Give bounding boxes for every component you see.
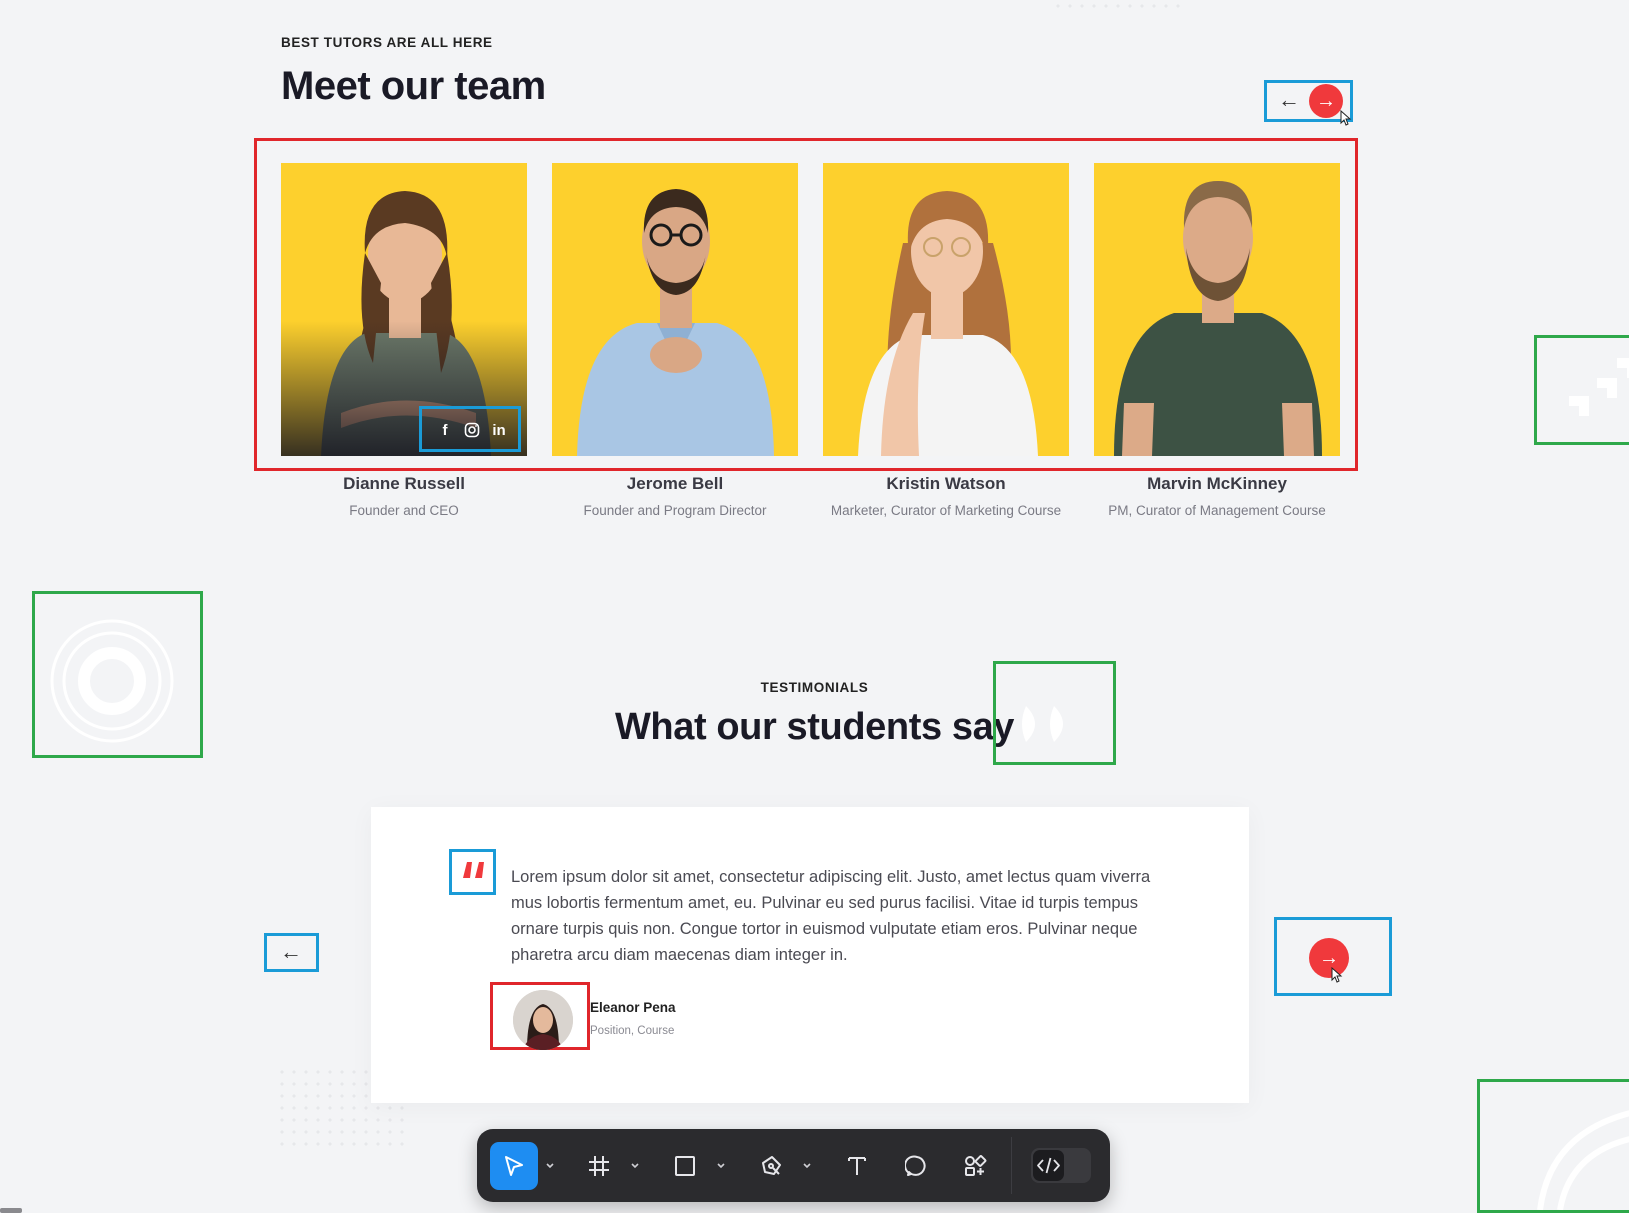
text-tool[interactable] [833, 1142, 881, 1190]
team-title: Meet our team [281, 64, 546, 108]
testimonial-next-arrow[interactable]: → [1309, 938, 1349, 978]
move-tool[interactable] [490, 1142, 538, 1190]
frame-icon [589, 1156, 609, 1176]
decor-steps-highlight [1534, 335, 1629, 445]
rectangle-icon [675, 1156, 695, 1176]
team-prev-arrow[interactable]: ← [1278, 89, 1300, 111]
instagram-icon[interactable] [463, 422, 481, 440]
member-name: Kristin Watson [886, 474, 1006, 493]
testimonial-next-highlight: → [1274, 917, 1392, 996]
cursor-icon [1331, 967, 1343, 983]
testimonial-prev-arrow[interactable]: ← [280, 941, 302, 963]
frame-tool[interactable] [575, 1142, 623, 1190]
steps-decor-icon [1569, 358, 1629, 416]
team-card-kristin[interactable] [823, 163, 1069, 456]
linkedin-icon[interactable]: in [490, 422, 508, 440]
arc-decor-icon [1537, 1110, 1629, 1211]
decor-bottom-right-highlight [1477, 1079, 1629, 1213]
member-role: Founder and Program Director [583, 503, 767, 518]
author-name: Eleanor Pena [590, 1000, 676, 1015]
toolbar-divider [1011, 1137, 1012, 1194]
member-photo [858, 191, 1038, 456]
member-name: Dianne Russell [343, 474, 465, 493]
text-icon [848, 1157, 866, 1175]
author-avatar-selection [490, 982, 590, 1050]
shape-tool[interactable] [661, 1142, 709, 1190]
pen-tool[interactable] [747, 1142, 795, 1190]
quote-icon [463, 862, 484, 878]
social-links: f in [419, 406, 521, 452]
pen-icon [762, 1156, 781, 1175]
member-role: Founder and CEO [349, 503, 459, 518]
member-name: Marvin McKinney [1147, 474, 1287, 493]
team-next-arrow[interactable]: → [1309, 84, 1343, 118]
testimonial-prev-highlight: ← [264, 933, 319, 972]
quote-decor-icon [1022, 706, 1063, 742]
author-position: Position, Course [590, 1025, 675, 1037]
member-name: Jerome Bell [626, 474, 724, 493]
actions-tool[interactable] [951, 1142, 999, 1190]
comment-icon [905, 1155, 926, 1176]
team-card-jerome[interactable] [552, 163, 798, 456]
decor-quote-highlight [993, 661, 1116, 765]
chevron-down-icon[interactable] [801, 1160, 813, 1172]
chevron-down-icon[interactable] [629, 1160, 641, 1172]
quote-mark-highlight [449, 849, 496, 895]
facebook-icon[interactable]: f [436, 422, 454, 440]
comment-tool[interactable] [893, 1142, 941, 1190]
design-toolbar [477, 1129, 1110, 1202]
testimonials-eyebrow: TESTIMONIALS [760, 680, 869, 695]
team-eyebrow: BEST TUTORS ARE ALL HERE [281, 35, 493, 50]
avatar [513, 990, 573, 1050]
code-icon [1037, 1157, 1060, 1174]
testimonials-title: What our students say [614, 706, 1015, 748]
member-role: PM, Curator of Management Course [1108, 503, 1326, 518]
pointer-icon [505, 1156, 523, 1176]
scroll-indicator[interactable] [0, 1208, 22, 1213]
chevron-down-icon[interactable] [544, 1160, 556, 1172]
toggle-knob [1033, 1150, 1064, 1181]
member-photo [577, 189, 774, 456]
dot-pattern-top [1052, 0, 1182, 12]
team-card-marvin[interactable] [1094, 163, 1340, 456]
member-photo [1114, 181, 1322, 456]
dev-mode-toggle[interactable] [1031, 1148, 1091, 1183]
member-role: Marketer, Curator of Marketing Course [830, 503, 1062, 518]
cursor-icon [1340, 110, 1352, 126]
shapes-plus-icon [965, 1155, 987, 1176]
chevron-down-icon[interactable] [715, 1160, 727, 1172]
testimonial-text: Lorem ipsum dolor sit amet, consectetur … [511, 868, 1151, 964]
